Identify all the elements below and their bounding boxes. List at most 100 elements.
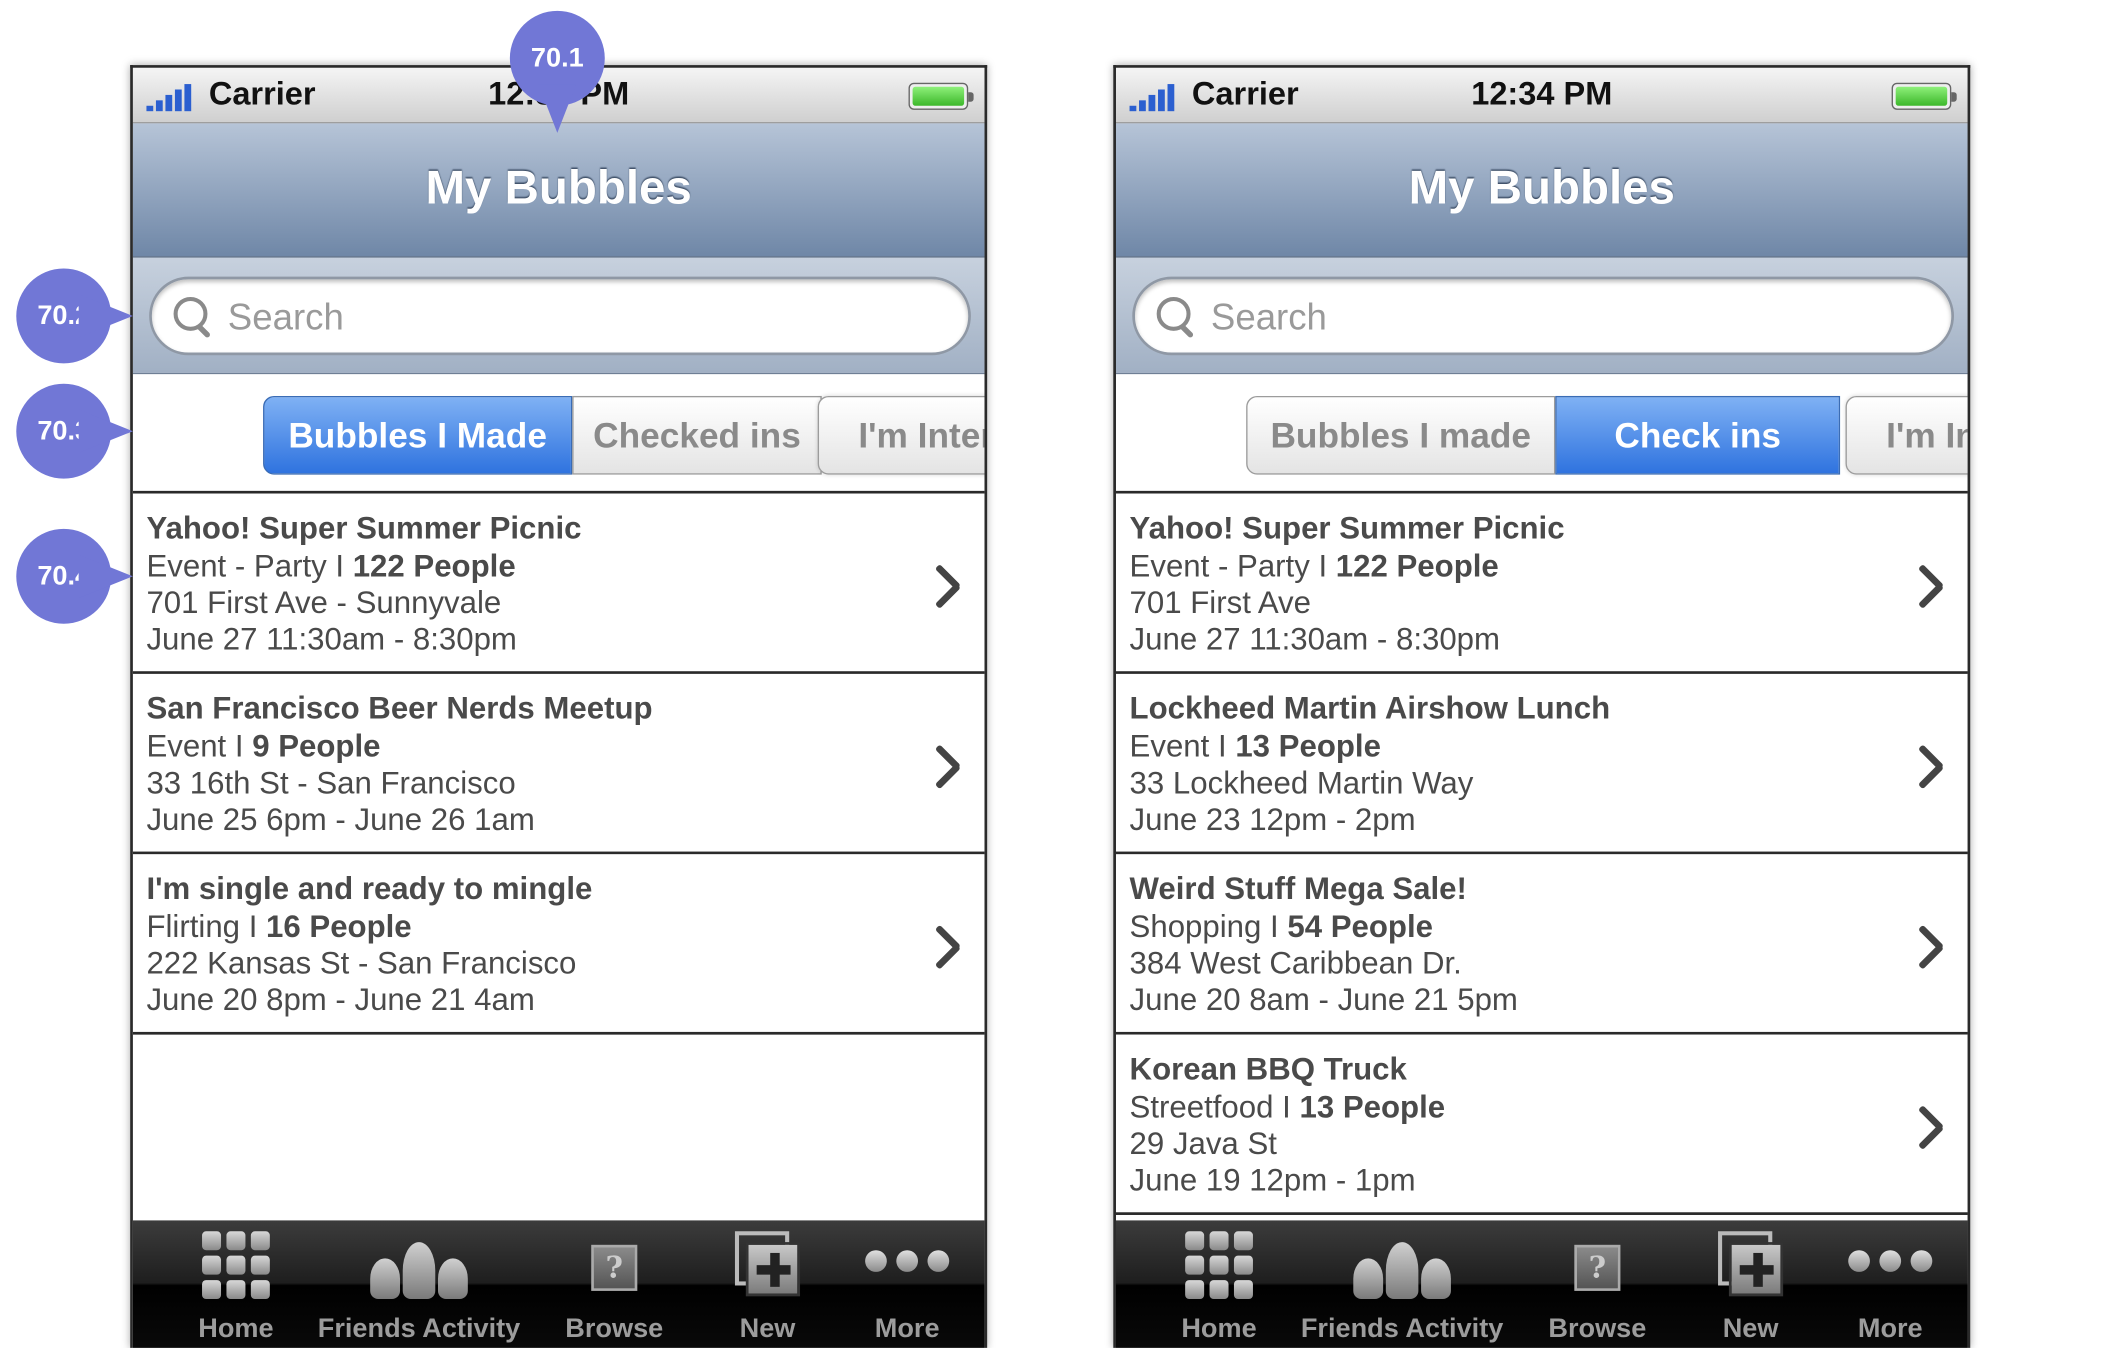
page-title: My Bubbles [425, 161, 692, 215]
item-address: 222 Kansas St - San Francisco [146, 945, 577, 981]
tab-more[interactable]: More [1816, 1220, 1965, 1347]
chevron-right-icon [1916, 922, 1943, 968]
item-time: June 20 8am - June 21 5pm [1129, 981, 1518, 1017]
phone-screen-check-ins: Carrier 12:34 PM My Bubbles Bubbles I ma… [1113, 65, 1971, 1348]
segment-im-interested[interactable]: I'm Interested [1845, 395, 1968, 475]
item-time: June 25 6pm - June 26 1am [146, 801, 535, 837]
phone-screen-bubbles-made: Carrier 12:34 PM My Bubbles Bubbles I Ma… [130, 65, 988, 1348]
item-time: June 27 11:30am - 8:30pm [146, 621, 517, 657]
item-category: Event I [146, 728, 244, 764]
chevron-right-icon [1916, 742, 1943, 788]
chevron-right-icon [933, 561, 960, 607]
item-people-count: 122 People [352, 547, 516, 584]
item-meta: Event I 13 People [1130, 728, 1381, 765]
segment-im-interested[interactable]: I'm Interested [817, 395, 985, 475]
search-field[interactable] [1132, 276, 1954, 356]
tab-friends-activity[interactable]: Friends Activity [1295, 1220, 1509, 1347]
list-item[interactable]: Yahoo! Super Summer Picnic Event - Party… [132, 493, 985, 674]
item-title: I'm single and ready to mingle [146, 870, 593, 906]
segment-bubbles-i-made[interactable]: Bubbles I made [1246, 395, 1556, 475]
callout-70-4: 70.4 [16, 528, 133, 624]
grid-icon [202, 1231, 270, 1304]
tab-label: Browse [1548, 1313, 1647, 1344]
search-bar [1115, 257, 1968, 375]
callout-70-3: 70.3 [16, 383, 133, 479]
item-title: Korean BBQ Truck [1129, 1050, 1407, 1087]
chevron-right-icon [933, 742, 960, 788]
tab-browse[interactable]: ? Browse [526, 1220, 702, 1347]
item-meta: Streetfood I 13 People [1130, 1089, 1446, 1126]
navigation-bar: My Bubbles [132, 123, 985, 258]
item-address: 384 West Caribbean Dr. [1129, 945, 1462, 981]
callout-70-1: 70.1 [509, 10, 605, 133]
tab-home[interactable]: Home [1143, 1220, 1295, 1347]
search-icon [1156, 296, 1198, 340]
list-item[interactable]: Weird Stuff Mega Sale! Shopping I 54 Peo… [1115, 854, 1968, 1035]
tab-bar: Home Friends Activity ? Browse New More [132, 1220, 985, 1348]
item-time: June 20 8pm - June 21 4am [146, 981, 535, 1017]
tab-label: Friends Activity [317, 1313, 521, 1344]
tab-label: Browse [565, 1313, 664, 1344]
callout-70-2: 70.2 [16, 268, 133, 364]
question-box-icon: ? [1574, 1244, 1621, 1291]
list-item[interactable]: Korean BBQ Truck Streetfood I 13 People … [1115, 1034, 1968, 1215]
item-category: Shopping I [1129, 908, 1279, 944]
navigation-bar: My Bubbles [1115, 123, 1968, 258]
item-meta: Shopping I 54 People [1130, 909, 1433, 946]
item-title: Weird Stuff Mega Sale! [1129, 870, 1467, 906]
tab-new[interactable]: New [1686, 1220, 1816, 1347]
tab-new[interactable]: New [702, 1220, 832, 1347]
item-time: June 23 12pm - 2pm [1129, 801, 1416, 837]
search-field[interactable] [149, 276, 971, 356]
search-input[interactable] [1210, 292, 1781, 342]
tab-bar: Home Friends Activity ? Browse New More [1115, 1220, 1968, 1348]
item-title: San Francisco Beer Nerds Meetup [146, 690, 653, 726]
item-meta: Event - Party I 122 People [146, 548, 515, 585]
item-people-count: 13 People [1299, 1088, 1446, 1125]
item-category: Flirting I [146, 908, 258, 944]
battery-icon [908, 82, 974, 110]
question-box-icon: ? [591, 1244, 638, 1291]
people-icon [370, 1231, 468, 1300]
status-bar: Carrier 12:34 PM [1115, 67, 1968, 124]
segmented-control: Bubbles I made Check ins I'm Interested [1115, 374, 1968, 494]
bubble-list: Yahoo! Super Summer Picnic Event - Party… [1115, 493, 1968, 1215]
plus-box-icon [1718, 1231, 1784, 1299]
item-address: 701 First Ave - Sunnyvale [146, 584, 502, 620]
item-people-count: 54 People [1287, 908, 1433, 944]
tab-label: Friends Activity [1300, 1313, 1504, 1344]
item-people-count: 13 People [1235, 728, 1381, 764]
tab-label: New [739, 1313, 796, 1344]
segment-checked-ins[interactable]: Checked ins [572, 395, 822, 475]
segment-check-ins[interactable]: Check ins [1555, 395, 1841, 475]
item-category: Streetfood I [1129, 1088, 1291, 1125]
annotated-wireframe: Carrier 12:34 PM My Bubbles Bubbles I Ma… [0, 0, 2126, 1348]
item-title: Lockheed Martin Airshow Lunch [1129, 690, 1611, 726]
search-bar [132, 257, 985, 375]
item-category: Event - Party I [146, 547, 345, 584]
battery-icon [1891, 82, 1957, 110]
item-time: June 19 12pm - 1pm [1129, 1162, 1416, 1198]
tab-label: New [1722, 1313, 1779, 1344]
tab-more[interactable]: More [833, 1220, 982, 1347]
search-input[interactable] [227, 292, 798, 342]
tab-browse[interactable]: ? Browse [1509, 1220, 1685, 1347]
chevron-right-icon [1916, 561, 1943, 607]
segment-bubbles-i-made[interactable]: Bubbles I Made [263, 395, 573, 475]
search-icon [173, 296, 215, 340]
list-item[interactable]: San Francisco Beer Nerds Meetup Event I … [132, 673, 985, 855]
dots-icon [865, 1250, 950, 1277]
people-icon [1353, 1231, 1451, 1300]
tab-home[interactable]: Home [160, 1220, 312, 1347]
item-meta: Flirting I 16 People [146, 909, 411, 946]
segmented-control: Bubbles I Made Checked ins I'm Intereste… [132, 374, 985, 494]
tab-friends-activity[interactable]: Friends Activity [312, 1220, 526, 1347]
chevron-right-icon [933, 922, 960, 968]
list-item[interactable]: I'm single and ready to mingle Flirting … [132, 854, 985, 1035]
list-item[interactable]: Lockheed Martin Airshow Lunch Event I 13… [1115, 673, 1968, 855]
item-address: 33 Lockheed Martin Way [1129, 764, 1474, 801]
item-title: Yahoo! Super Summer Picnic [1129, 509, 1565, 546]
item-meta: Event - Party I 122 People [1130, 548, 1499, 585]
grid-icon [1185, 1231, 1253, 1304]
list-item[interactable]: Yahoo! Super Summer Picnic Event - Party… [1115, 493, 1968, 674]
